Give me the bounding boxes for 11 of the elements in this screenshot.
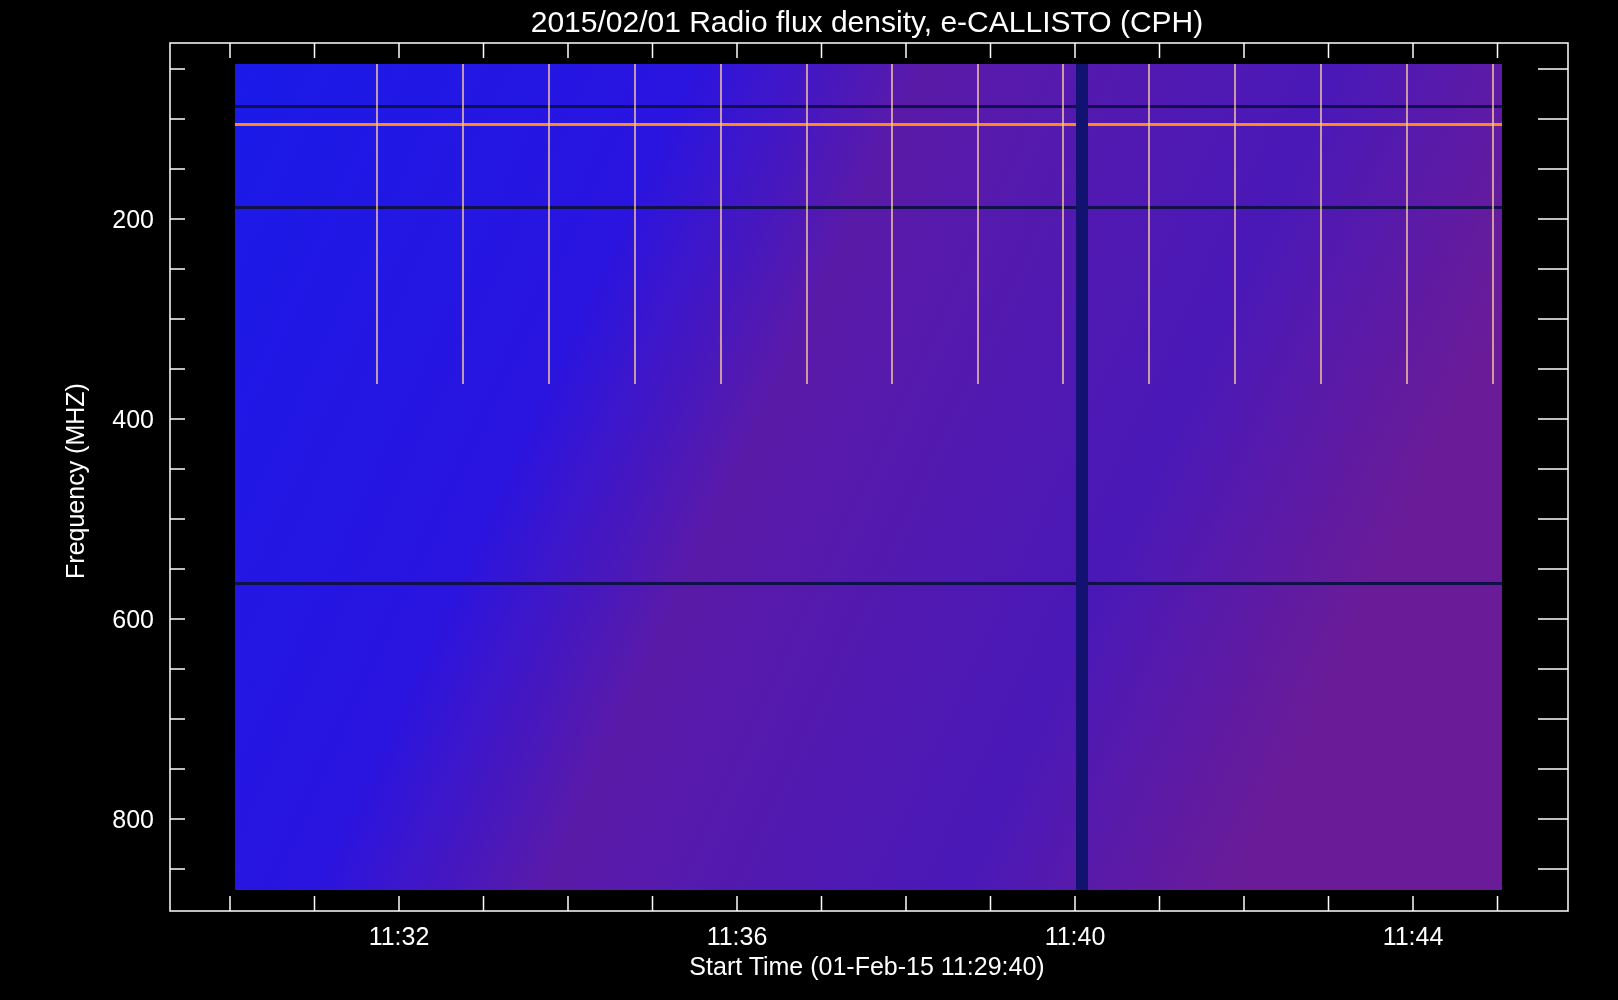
- x-tick-label: 11:32: [368, 922, 430, 950]
- x-tick-label: 11:40: [1044, 922, 1106, 950]
- y-tick-label: 800: [112, 805, 154, 833]
- chart-title: 2015/02/01 Radio flux density, e-CALLISTO (CPH): [530, 5, 1204, 38]
- x-tick-label: 11:44: [1382, 922, 1444, 950]
- x-axis-label: Start Time (01-Feb-15 11:29:40): [689, 952, 1045, 980]
- y-tick-label: 600: [112, 605, 154, 633]
- x-tick-label: 11:36: [706, 922, 768, 950]
- y-tick-label: 200: [112, 205, 154, 233]
- y-axis-label: Frequency (MHZ): [61, 383, 89, 579]
- y-tick-label: 400: [112, 405, 154, 433]
